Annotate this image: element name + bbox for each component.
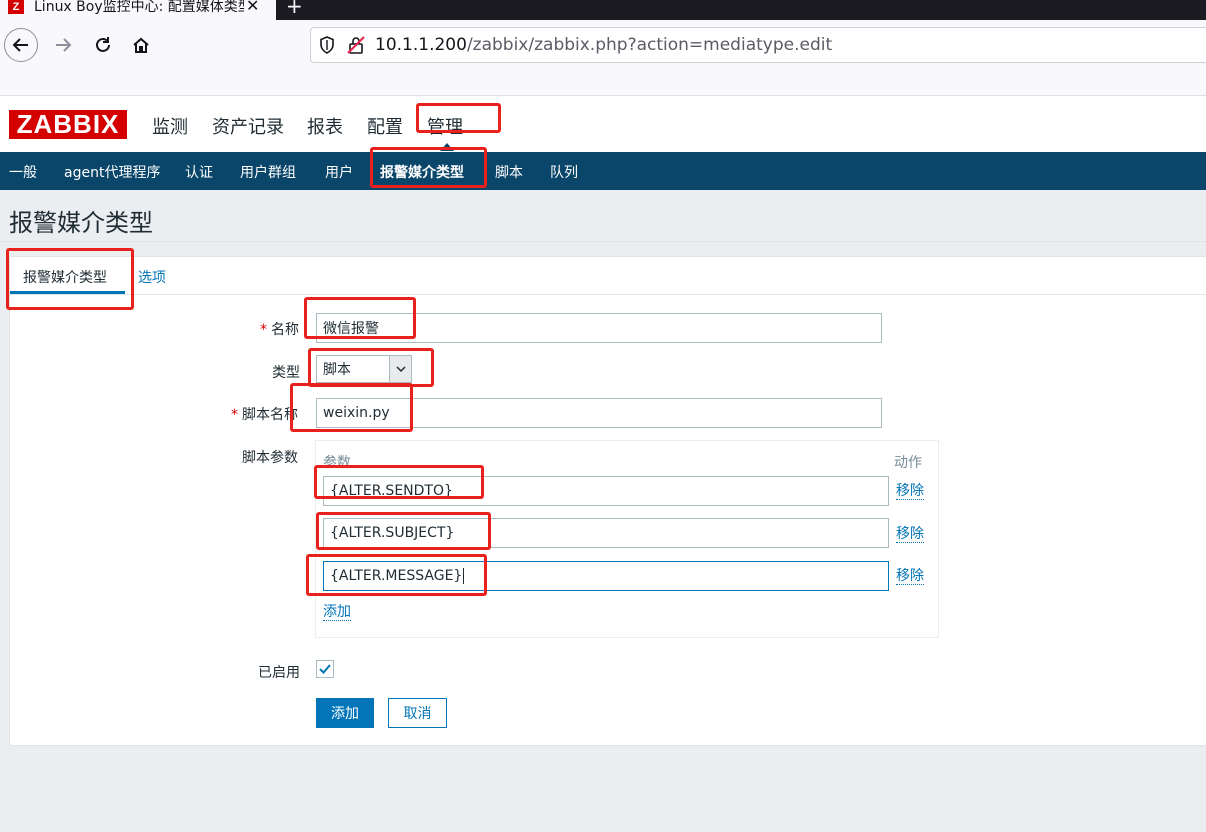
- forward-arrow-icon[interactable]: [46, 28, 80, 62]
- media-type-form: 报警媒介类型 选项 * 名称 微信报警 类型 脚本 * 脚本名称 weixin.py…: [9, 256, 1206, 746]
- submenu-authentication[interactable]: 认证: [185, 162, 213, 182]
- enabled-checkbox[interactable]: [316, 660, 334, 678]
- zabbix-header: ZABBIX 监测 资产记录 报表 配置 管理: [0, 96, 1206, 152]
- zabbix-favicon-icon: Z: [8, 0, 24, 14]
- tab-options[interactable]: 选项: [138, 267, 166, 287]
- param-input-3[interactable]: {ALTER.MESSAGE}: [323, 561, 889, 591]
- url-bar[interactable]: 10.1.1.200/zabbix/zabbix.php?action=medi…: [310, 27, 1206, 63]
- remove-param-1-link[interactable]: 移除: [896, 483, 924, 500]
- tab-title: Linux Boy监控中心: 配置媒体类型: [34, 0, 244, 15]
- action-column-header: 动作: [894, 455, 922, 471]
- browser-tabstrip: Z Linux Boy监控中心: 配置媒体类型 ✕ +: [0, 0, 1206, 20]
- name-input[interactable]: 微信报警: [316, 313, 882, 343]
- browser-toolbar-spacer: [0, 70, 1206, 96]
- url-path: /zabbix/zabbix.php?action=mediatype.edit: [466, 35, 833, 55]
- submenu-media-types[interactable]: 报警媒介类型: [380, 162, 464, 182]
- param-input-1[interactable]: {ALTER.SENDTO}: [323, 476, 889, 506]
- type-label: 类型: [272, 365, 300, 381]
- add-button[interactable]: 添加: [316, 698, 374, 728]
- new-tab-icon[interactable]: +: [286, 0, 303, 18]
- title-divider: [0, 241, 1206, 242]
- remove-param-3-link[interactable]: 移除: [896, 568, 924, 585]
- form-tab-bar: 报警媒介类型 选项: [10, 257, 1206, 295]
- checkmark-icon: [319, 664, 331, 674]
- script-name-label-text: 脚本名称: [242, 407, 298, 423]
- url-text[interactable]: 10.1.1.200/zabbix/zabbix.php?action=medi…: [375, 35, 832, 55]
- cancel-button[interactable]: 取消: [388, 698, 447, 728]
- remove-param-2-link[interactable]: 移除: [896, 526, 924, 543]
- browser-navbar: 10.1.1.200/zabbix/zabbix.php?action=medi…: [0, 20, 1206, 70]
- main-menu-monitoring[interactable]: 监测: [152, 113, 188, 139]
- enabled-label: 已启用: [258, 665, 300, 681]
- script-params-label: 脚本参数: [242, 450, 298, 466]
- type-select-value: 脚本: [323, 362, 351, 378]
- script-name-input[interactable]: weixin.py: [316, 398, 882, 428]
- param-input-2[interactable]: {ALTER.SUBJECT}: [323, 518, 889, 548]
- active-tab-underline: [10, 291, 125, 294]
- shield-icon[interactable]: [319, 36, 335, 54]
- type-select[interactable]: 脚本: [316, 355, 412, 383]
- name-label-text: 名称: [271, 322, 299, 338]
- submenu-general[interactable]: 一般: [9, 162, 37, 182]
- insecure-lock-icon[interactable]: [347, 36, 365, 54]
- submenu-queue[interactable]: 队列: [550, 162, 578, 182]
- text-cursor: [463, 568, 465, 584]
- param-input-3-value: {ALTER.MESSAGE}: [330, 568, 463, 584]
- main-menu-reports[interactable]: 报表: [307, 113, 343, 139]
- params-column-header: 参数: [323, 455, 351, 471]
- main-menu-administration[interactable]: 管理: [427, 113, 463, 139]
- browser-tab[interactable]: Z Linux Boy监控中心: 配置媒体类型 ✕: [0, 0, 276, 20]
- active-menu-caret-icon: [440, 143, 454, 151]
- name-label: * 名称: [260, 319, 299, 339]
- tab-close-icon[interactable]: ✕: [246, 0, 259, 15]
- submenu-scripts[interactable]: 脚本: [495, 162, 523, 182]
- chevron-down-icon[interactable]: [389, 356, 411, 382]
- required-mark: *: [231, 407, 238, 423]
- main-menu-configuration[interactable]: 配置: [367, 113, 403, 139]
- add-param-link[interactable]: 添加: [323, 604, 351, 621]
- submenu-proxies[interactable]: agent代理程序: [64, 162, 160, 182]
- submenu-users[interactable]: 用户: [325, 162, 353, 182]
- reload-icon[interactable]: [86, 28, 120, 62]
- url-host: 10.1.1.200: [375, 35, 467, 55]
- home-icon[interactable]: [124, 28, 158, 62]
- back-arrow-icon[interactable]: [4, 28, 38, 62]
- submenu-bar: 一般 agent代理程序 认证 用户群组 用户 报警媒介类型 脚本 队列: [0, 152, 1206, 190]
- script-name-label: * 脚本名称: [231, 404, 298, 424]
- zabbix-logo[interactable]: ZABBIX: [9, 109, 127, 139]
- submenu-user-groups[interactable]: 用户群组: [240, 162, 296, 182]
- tab-media-type[interactable]: 报警媒介类型: [23, 267, 107, 287]
- required-mark: *: [260, 322, 267, 338]
- page-title: 报警媒介类型: [9, 209, 153, 237]
- main-menu-inventory[interactable]: 资产记录: [212, 113, 284, 139]
- script-params-table: 参数 动作 {ALTER.SENDTO} 移除 {ALTER.SUBJECT} …: [315, 440, 939, 638]
